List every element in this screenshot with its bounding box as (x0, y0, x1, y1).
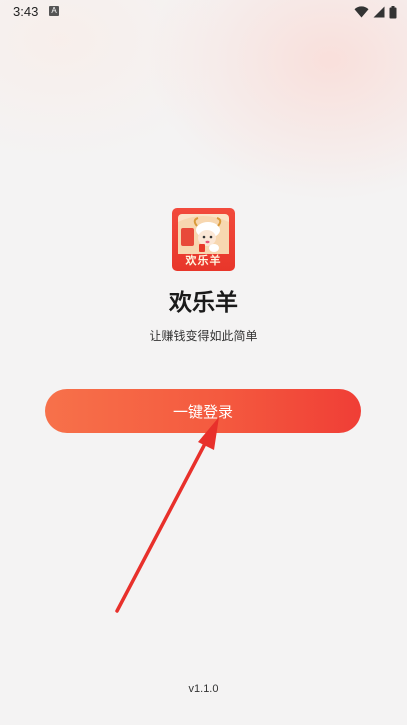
app-slogan: 让赚钱变得如此简单 (149, 329, 258, 343)
version-label: v1.1.0 (188, 683, 219, 695)
wifi-icon (354, 6, 369, 18)
logo-text: 欢乐羊 (185, 254, 222, 267)
status-icons (354, 5, 397, 19)
notification-icon: A (49, 6, 59, 16)
background-glow (0, 0, 407, 725)
signal-icon (373, 6, 385, 18)
status-time: 3:43 (13, 4, 39, 19)
red-arrow-icon (115, 417, 219, 613)
battery-icon (389, 5, 397, 18)
app-name: 欢乐羊 (169, 290, 238, 316)
status-bar: 3:43 A (0, 0, 407, 24)
app-logo: 欢乐羊 (172, 208, 235, 271)
one-click-login-button[interactable]: 一键登录 (45, 389, 361, 433)
